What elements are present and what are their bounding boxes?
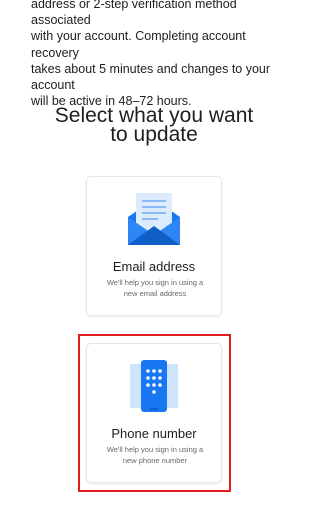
email-description-line-1: We'll help you sign in using a — [106, 278, 204, 287]
intro-line-3: takes about 5 minutes and changes to you… — [31, 61, 271, 93]
page-heading-line-2: to update — [110, 122, 198, 146]
email-description-line-2: new email address — [123, 288, 187, 298]
selection-highlight — [78, 334, 231, 492]
intro-line-1: address or 2-step verification method as… — [31, 0, 237, 28]
email-address-description: We'll help you sign in using a new email… — [97, 278, 213, 299]
email-address-option[interactable]: Email address We'll help you sign in usi… — [86, 176, 222, 316]
email-address-title: Email address — [112, 259, 196, 274]
intro-line-2: with your account. Completing account re… — [31, 29, 246, 60]
page-heading: Select what you want to update — [0, 105, 308, 146]
envelope-icon — [124, 193, 184, 254]
intro-text: address or 2-step verification method as… — [31, 0, 293, 109]
